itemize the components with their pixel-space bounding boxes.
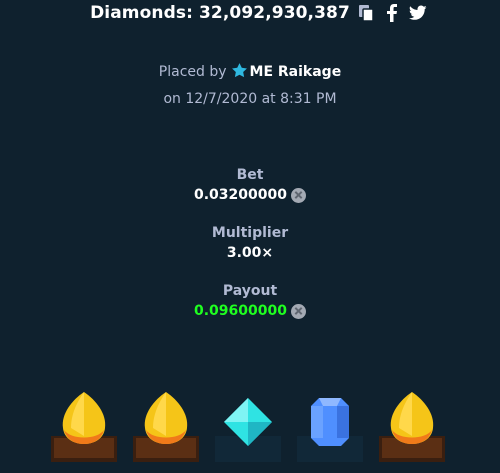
yellow-gem-icon <box>379 392 445 462</box>
payout-value-row: 0.09600000 <box>194 301 306 321</box>
bet-value-row: 0.03200000 <box>194 185 306 205</box>
currency-coin-icon <box>291 303 306 319</box>
result-gems-row <box>0 384 500 473</box>
currency-coin-icon <box>291 187 306 203</box>
facebook-icon[interactable] <box>382 3 402 23</box>
yellow-gem-icon <box>133 392 199 462</box>
bet-label: Bet <box>236 167 264 183</box>
payout-value: 0.09600000 <box>194 303 287 319</box>
username-link[interactable]: ME Raikage <box>250 64 342 80</box>
twitter-icon[interactable] <box>408 3 428 23</box>
multiplier-label: Multiplier <box>211 225 289 241</box>
placed-info: Placed by ME Raikage on 12/7/2020 at 8:31… <box>0 60 500 111</box>
copy-icon[interactable] <box>356 3 376 23</box>
payout-label: Payout <box>222 283 278 299</box>
payout-section: Payout 0.09600000 <box>0 282 500 321</box>
gem-tile <box>215 384 281 462</box>
gem-tile <box>379 384 445 462</box>
gem-tile <box>133 384 199 462</box>
multiplier-value: 3.00× <box>226 245 274 261</box>
gem-tile <box>51 384 117 462</box>
star-icon <box>231 62 248 87</box>
placed-by-line: Placed by ME Raikage <box>0 60 500 87</box>
bet-value: 0.03200000 <box>194 187 287 203</box>
game-title: Diamonds: 32,092,930,387 <box>90 3 350 23</box>
multiplier-section: Multiplier 3.00× <box>0 224 500 263</box>
bet-section: Bet 0.03200000 <box>0 166 500 205</box>
placed-by-prefix: Placed by <box>158 64 227 80</box>
placed-date: on 12/7/2020 at 8:31 PM <box>163 91 337 107</box>
gem-tile <box>297 384 363 462</box>
cyan-gem-icon <box>215 398 281 462</box>
header: Diamonds: 32,092,930,387 <box>0 0 500 26</box>
blue-gem-icon <box>297 398 363 462</box>
yellow-gem-icon <box>51 392 117 462</box>
